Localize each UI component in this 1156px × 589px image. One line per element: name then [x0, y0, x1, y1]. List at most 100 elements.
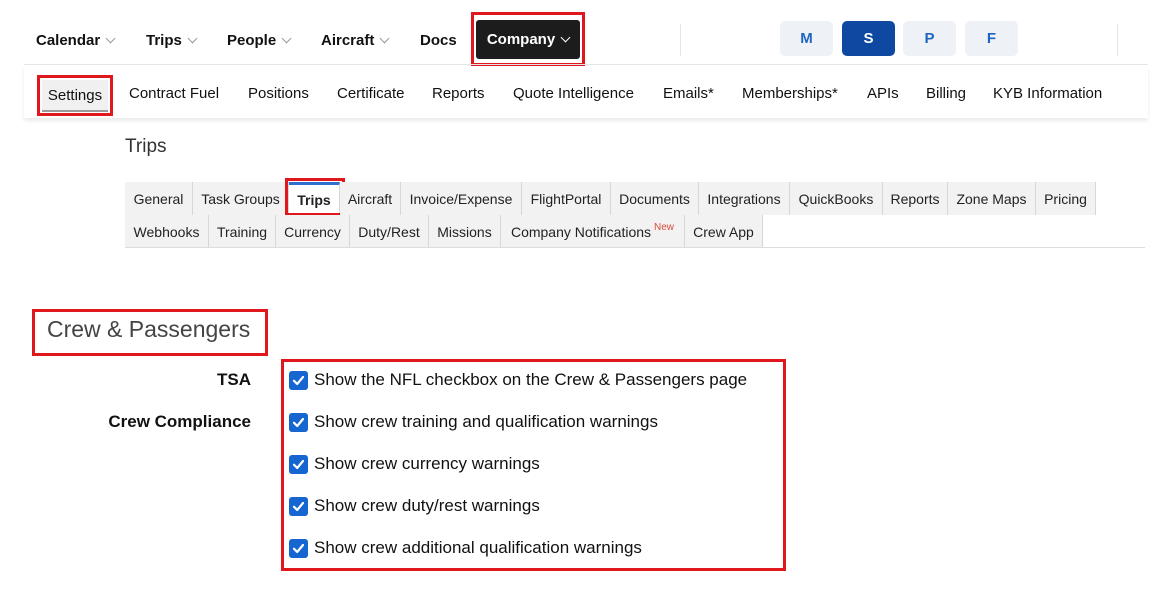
tab-reports-label: Reports [890, 190, 940, 207]
tab-integrations[interactable]: Integrations [699, 182, 790, 215]
nav-calendar[interactable]: Calendar [36, 25, 116, 55]
tab-duty-rest-label: Duty/Rest [358, 223, 420, 240]
tab-crew-app[interactable]: Crew App [685, 215, 763, 248]
duty-rest-warnings-label: Show crew duty/rest warnings [314, 496, 540, 515]
additional-qualification-warnings-option[interactable]: Show crew additional qualification warni… [289, 537, 642, 559]
tab-trips[interactable]: Trips [289, 182, 340, 215]
nfl-checkbox-label: Show the NFL checkbox on the Crew & Pass… [314, 370, 748, 389]
avatar-f-button[interactable]: F [965, 21, 1018, 56]
tab-training[interactable]: Training [209, 215, 276, 248]
tab-missions[interactable]: Missions [429, 215, 501, 248]
tab-integrations-label: Integrations [707, 190, 781, 207]
currency-warnings-option[interactable]: Show crew currency warnings [289, 453, 540, 475]
tab-pricing-label: Pricing [1044, 190, 1087, 207]
subnav-reports[interactable]: Reports [432, 85, 485, 102]
subnav-certificate[interactable]: Certificate [337, 85, 405, 102]
nav-docs-label: Docs [420, 31, 457, 49]
tab-quickbooks-label: QuickBooks [798, 190, 874, 207]
chevron-down-icon [281, 33, 292, 43]
tab-task-groups-label: Task Groups [201, 190, 280, 207]
chevron-down-icon [560, 32, 571, 43]
nav-trips[interactable]: Trips [146, 25, 198, 55]
tab-trips-label: Trips [297, 192, 331, 208]
tab-currency[interactable]: Currency [276, 215, 350, 248]
chevron-down-icon [105, 33, 116, 43]
nav-aircraft[interactable]: Aircraft [321, 25, 390, 55]
subnav-quote-intelligence[interactable]: Quote Intelligence [513, 85, 634, 102]
nav-divider [680, 24, 681, 56]
avatar-p-button[interactable]: P [903, 21, 956, 56]
top-nav-divider [24, 64, 1148, 65]
subnav-contract-fuel[interactable]: Contract Fuel [129, 85, 219, 102]
checkbox-checked-icon[interactable] [289, 496, 308, 516]
tab-pricing[interactable]: Pricing [1036, 182, 1096, 215]
tab-duty-rest[interactable]: Duty/Rest [350, 215, 429, 248]
tab-flightportal[interactable]: FlightPortal [522, 182, 611, 215]
tab-company-notifications-label: Company Notifications [510, 223, 652, 240]
nav-company-label: Company [486, 31, 556, 48]
tab-documents[interactable]: Documents [611, 182, 699, 215]
checkbox-checked-icon[interactable] [289, 412, 308, 432]
tab-company-notifications[interactable]: Company Notifications New [501, 215, 685, 248]
tab-webhooks-label: Webhooks [133, 223, 200, 240]
tabs-divider [125, 247, 1145, 248]
tab-training-label: Training [216, 223, 268, 240]
subnav-billing[interactable]: Billing [926, 85, 966, 102]
tab-missions-label: Missions [437, 223, 492, 240]
subnav-memberships[interactable]: Memberships* [742, 85, 838, 102]
nav-calendar-label: Calendar [36, 31, 101, 49]
tab-documents-label: Documents [619, 190, 690, 207]
tab-general-label: General [133, 190, 184, 207]
duty-rest-warnings-option[interactable]: Show crew duty/rest warnings [289, 495, 540, 517]
tab-flightportal-label: FlightPortal [530, 190, 602, 207]
checkbox-checked-icon[interactable] [289, 538, 308, 558]
nav-people[interactable]: People [227, 25, 292, 55]
tab-aircraft[interactable]: Aircraft [340, 182, 401, 215]
chevron-down-icon [187, 33, 198, 43]
nav-docs[interactable]: Docs [420, 25, 457, 55]
nav-trips-label: Trips [146, 31, 182, 49]
tab-task-groups[interactable]: Task Groups [193, 182, 289, 215]
additional-qualification-warnings-label: Show crew additional qualification warni… [314, 538, 642, 557]
tab-general[interactable]: General [125, 182, 193, 215]
checkbox-checked-icon[interactable] [289, 454, 308, 474]
subnav-kyb-information[interactable]: KYB Information [993, 85, 1102, 102]
tsa-label: TSA [217, 370, 251, 389]
avatar-m-button[interactable]: M [780, 21, 833, 56]
tab-invoice-expense[interactable]: Invoice/Expense [401, 182, 522, 215]
nfl-checkbox-option[interactable]: Show the NFL checkbox on the Crew & Pass… [289, 369, 747, 391]
avatar-m-label: M [800, 30, 813, 47]
tab-quickbooks[interactable]: QuickBooks [790, 182, 883, 215]
avatar-p-label: P [924, 30, 935, 47]
subnav-positions[interactable]: Positions [248, 85, 309, 102]
subnav-apis[interactable]: APIs [867, 85, 899, 102]
new-badge: New [654, 222, 675, 233]
tab-reports[interactable]: Reports [883, 182, 948, 215]
page-title: Trips [125, 136, 167, 157]
subnav-emails[interactable]: Emails* [663, 85, 714, 102]
crew-compliance-label: Crew Compliance [108, 412, 251, 431]
tab-zone-maps-label: Zone Maps [956, 190, 1027, 207]
tab-invoice-expense-label: Invoice/Expense [409, 190, 513, 207]
training-warnings-option[interactable]: Show crew training and qualification war… [289, 411, 658, 433]
avatar-s-button[interactable]: S [842, 21, 895, 56]
training-warnings-label: Show crew training and qualification war… [314, 412, 658, 431]
subnav-settings[interactable]: Settings [42, 80, 108, 112]
subnav-settings-label: Settings [47, 86, 103, 104]
nav-divider [1117, 24, 1118, 56]
crew-passengers-title: Crew & Passengers [47, 316, 251, 342]
chevron-down-icon [379, 33, 390, 43]
avatar-s-label: S [863, 30, 874, 47]
checkbox-checked-icon[interactable] [289, 370, 308, 390]
tab-webhooks[interactable]: Webhooks [125, 215, 209, 248]
tab-zone-maps[interactable]: Zone Maps [948, 182, 1036, 215]
avatar-f-label: F [986, 30, 997, 47]
top-navigation: Calendar Trips People Aircraft Docs Comp… [0, 0, 1156, 66]
nav-aircraft-label: Aircraft [321, 31, 375, 49]
tab-aircraft-label: Aircraft [347, 190, 393, 207]
tab-crew-app-label: Crew App [693, 223, 754, 240]
currency-warnings-label: Show crew currency warnings [314, 454, 540, 473]
nav-people-label: People [227, 31, 277, 49]
tab-currency-label: Currency [284, 223, 341, 240]
nav-company-button[interactable]: Company [476, 20, 580, 59]
